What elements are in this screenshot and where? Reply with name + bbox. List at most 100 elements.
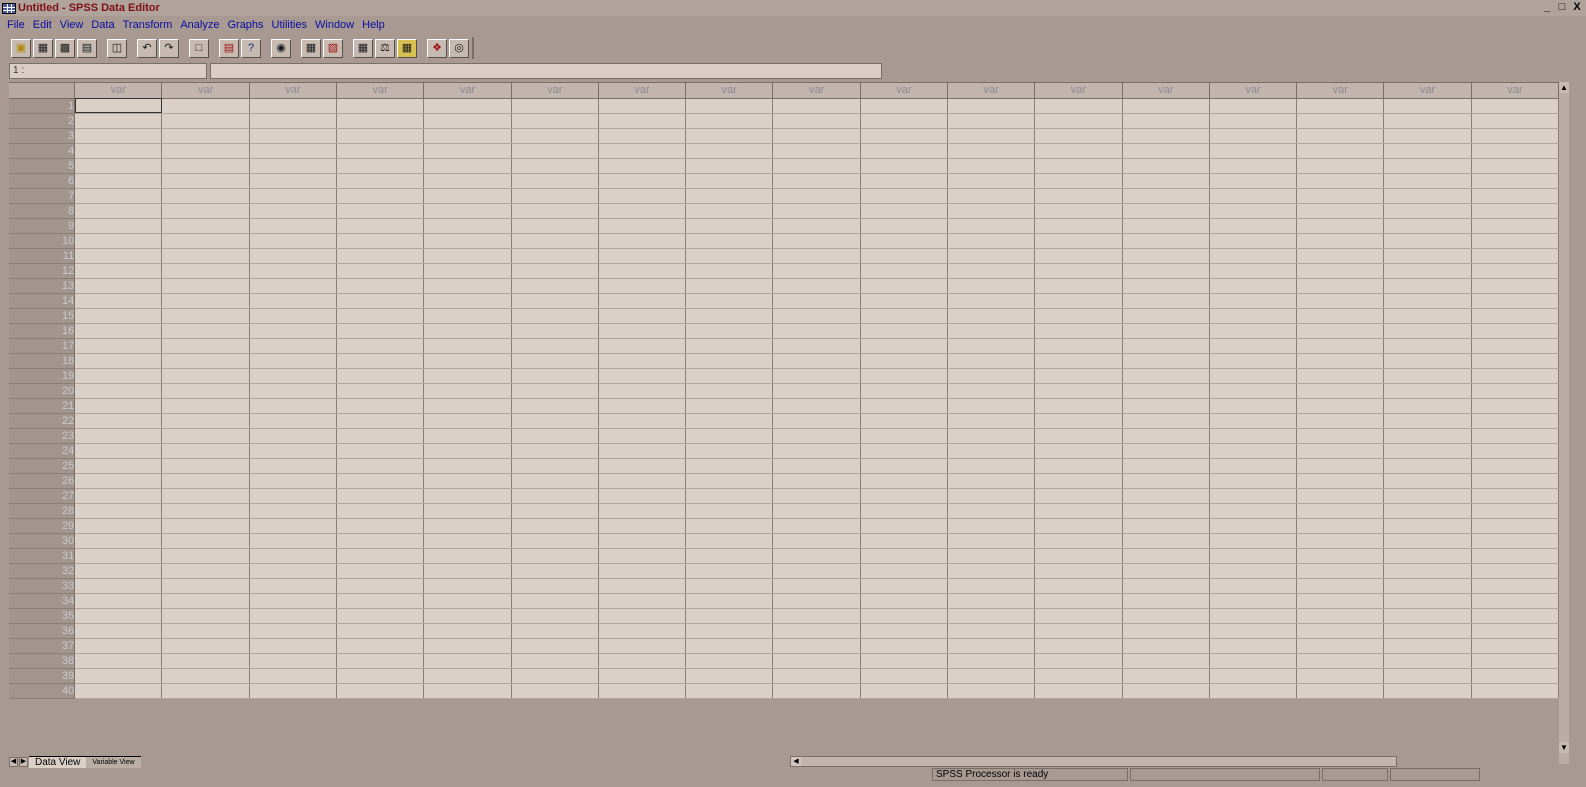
data-cell[interactable]: [1383, 233, 1472, 249]
data-cell[interactable]: [249, 248, 338, 264]
data-cell[interactable]: [161, 578, 250, 594]
data-cell[interactable]: [423, 653, 512, 669]
data-cell[interactable]: [598, 548, 687, 564]
data-cell[interactable]: [685, 443, 774, 459]
data-cell[interactable]: [74, 188, 163, 204]
row-header[interactable]: 28: [9, 503, 76, 519]
data-cell[interactable]: [772, 398, 861, 414]
column-header[interactable]: var: [511, 83, 599, 99]
data-cell[interactable]: [249, 563, 338, 579]
data-cell[interactable]: [1122, 233, 1210, 249]
data-cell[interactable]: [685, 113, 774, 129]
split-file-icon[interactable]: ▦: [353, 38, 373, 58]
row-header[interactable]: 33: [9, 578, 76, 594]
data-cell[interactable]: [161, 353, 250, 369]
data-cell[interactable]: [1034, 323, 1123, 339]
data-cell[interactable]: [423, 578, 512, 594]
data-cell[interactable]: [1383, 398, 1472, 414]
data-cell[interactable]: [1034, 563, 1123, 579]
row-header[interactable]: 17: [9, 338, 76, 354]
data-cell[interactable]: [1209, 428, 1298, 444]
data-cell[interactable]: [598, 608, 687, 624]
data-cell[interactable]: [161, 113, 250, 129]
data-cell[interactable]: [161, 143, 250, 159]
tab-prev-icon[interactable]: ◀: [9, 757, 18, 767]
data-cell[interactable]: [860, 503, 949, 519]
column-header[interactable]: var: [1122, 83, 1210, 99]
data-cell[interactable]: [598, 638, 687, 654]
data-cell[interactable]: [249, 653, 338, 669]
data-cell[interactable]: [685, 158, 774, 174]
data-cell[interactable]: [1471, 203, 1559, 219]
data-cell[interactable]: [336, 263, 425, 279]
data-cell[interactable]: [947, 413, 1036, 429]
data-cell[interactable]: [772, 353, 861, 369]
row-header[interactable]: 6: [9, 173, 76, 189]
data-cell[interactable]: [74, 488, 163, 504]
data-cell[interactable]: [860, 398, 949, 414]
row-header[interactable]: 16: [9, 323, 76, 339]
row-header[interactable]: 37: [9, 638, 76, 654]
data-cell[interactable]: [1122, 383, 1210, 399]
data-cell[interactable]: [1034, 683, 1123, 699]
data-cell[interactable]: [1296, 353, 1385, 369]
data-cell[interactable]: [74, 173, 163, 189]
data-cell[interactable]: [598, 668, 687, 684]
data-cell[interactable]: [249, 338, 338, 354]
data-cell[interactable]: [511, 518, 599, 534]
data-cell[interactable]: [772, 653, 861, 669]
data-cell[interactable]: [1296, 638, 1385, 654]
menu-data[interactable]: Data: [91, 19, 114, 31]
data-cell[interactable]: [1471, 293, 1559, 309]
data-cell[interactable]: [947, 248, 1036, 264]
data-cell[interactable]: [772, 428, 861, 444]
data-cell[interactable]: [1296, 158, 1385, 174]
data-cell[interactable]: [860, 608, 949, 624]
data-cell[interactable]: [511, 278, 599, 294]
data-cell[interactable]: [74, 368, 163, 384]
data-cell[interactable]: [860, 128, 949, 144]
data-cell[interactable]: [74, 398, 163, 414]
data-cell[interactable]: [74, 653, 163, 669]
data-cell[interactable]: [249, 668, 338, 684]
data-cell[interactable]: [685, 293, 774, 309]
data-cell[interactable]: [860, 353, 949, 369]
menu-transform[interactable]: Transform: [123, 19, 173, 31]
data-cell[interactable]: [947, 398, 1036, 414]
data-cell[interactable]: [1383, 518, 1472, 534]
data-cell[interactable]: [511, 383, 599, 399]
data-cell[interactable]: [598, 428, 687, 444]
save-icon[interactable]: ▦: [33, 38, 53, 58]
row-header[interactable]: 24: [9, 443, 76, 459]
data-cell[interactable]: [74, 473, 163, 489]
data-cell[interactable]: [249, 98, 338, 114]
data-cell[interactable]: [1296, 338, 1385, 354]
data-cell[interactable]: [1034, 383, 1123, 399]
data-cell[interactable]: [1209, 413, 1298, 429]
data-cell[interactable]: [1209, 518, 1298, 534]
data-cell[interactable]: [336, 458, 425, 474]
data-cell[interactable]: [249, 428, 338, 444]
data-cell[interactable]: [336, 203, 425, 219]
data-cell[interactable]: [1209, 338, 1298, 354]
data-cell[interactable]: [1034, 473, 1123, 489]
row-header[interactable]: 26: [9, 473, 76, 489]
data-cell[interactable]: [1209, 593, 1298, 609]
row-header[interactable]: 1: [9, 98, 76, 114]
data-cell[interactable]: [1471, 578, 1559, 594]
data-cell[interactable]: [685, 248, 774, 264]
data-cell[interactable]: [947, 158, 1036, 174]
data-cell[interactable]: [336, 143, 425, 159]
data-cell[interactable]: [1296, 443, 1385, 459]
data-cell[interactable]: [161, 128, 250, 144]
data-cell[interactable]: [161, 428, 250, 444]
data-cell[interactable]: [947, 653, 1036, 669]
data-cell[interactable]: [1383, 593, 1472, 609]
data-cell[interactable]: [1034, 158, 1123, 174]
row-header[interactable]: 10: [9, 233, 76, 249]
data-cell[interactable]: [1383, 383, 1472, 399]
data-cell[interactable]: [1383, 173, 1472, 189]
data-cell[interactable]: [423, 353, 512, 369]
data-cell[interactable]: [423, 173, 512, 189]
data-cell[interactable]: [249, 473, 338, 489]
